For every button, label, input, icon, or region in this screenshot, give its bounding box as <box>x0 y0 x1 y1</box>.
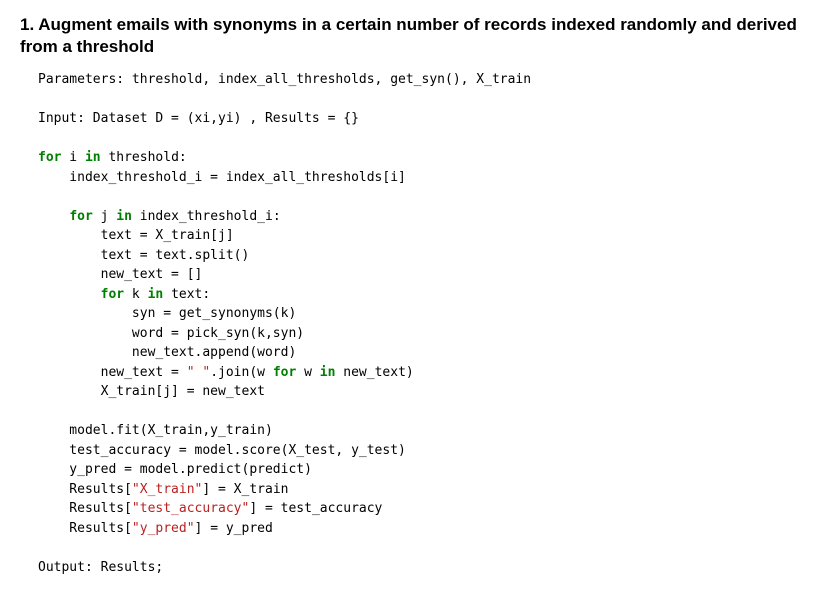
code-text: i <box>61 150 84 165</box>
str-literal: "X_train" <box>132 482 202 497</box>
code-output: Output: Results; <box>38 560 163 575</box>
code-line: y_pred = model.predict(predict) <box>38 462 312 477</box>
code-block: Parameters: threshold, index_all_thresho… <box>20 70 817 577</box>
code-text: ] = y_pred <box>195 521 273 536</box>
code-text: new_text) <box>335 365 413 380</box>
code-text: ] = X_train <box>202 482 288 497</box>
kw-in: in <box>320 365 336 380</box>
code-params: Parameters: threshold, index_all_thresho… <box>38 72 531 87</box>
code-line: word = pick_syn(k,syn) <box>38 326 304 341</box>
code-indent <box>38 287 101 302</box>
code-line: X_train[j] = new_text <box>38 384 265 399</box>
code-text: threshold: <box>101 150 187 165</box>
code-line: text = text.split() <box>38 248 249 263</box>
code-line: new_text.append(word) <box>38 345 296 360</box>
code-input: Input: Dataset D = (xi,yi) , Results = {… <box>38 111 359 126</box>
code-text: w <box>296 365 319 380</box>
code-line: model.fit(X_train,y_train) <box>38 423 273 438</box>
code-text: new_text = <box>38 365 187 380</box>
code-text: .join(w <box>210 365 273 380</box>
code-text: k <box>124 287 147 302</box>
kw-in: in <box>116 209 132 224</box>
code-line: syn = get_synonyms(k) <box>38 306 296 321</box>
code-line: index_threshold_i = index_all_thresholds… <box>38 170 406 185</box>
code-text: Results[ <box>38 521 132 536</box>
str-literal: "test_accuracy" <box>132 501 249 516</box>
kw-in: in <box>85 150 101 165</box>
kw-for: for <box>69 209 92 224</box>
str-literal: " " <box>187 365 210 380</box>
code-text: ] = test_accuracy <box>249 501 382 516</box>
code-line: text = X_train[j] <box>38 228 234 243</box>
str-literal: "y_pred" <box>132 521 195 536</box>
code-text: index_threshold_i: <box>132 209 281 224</box>
section-heading: 1. Augment emails with synonyms in a cer… <box>20 14 817 58</box>
kw-for: for <box>273 365 296 380</box>
kw-for: for <box>38 150 61 165</box>
code-text: j <box>93 209 116 224</box>
code-text: text: <box>163 287 210 302</box>
code-text: Results[ <box>38 482 132 497</box>
code-line: test_accuracy = model.score(X_test, y_te… <box>38 443 406 458</box>
kw-in: in <box>148 287 164 302</box>
kw-for: for <box>101 287 124 302</box>
code-indent <box>38 209 69 224</box>
code-line: new_text = [] <box>38 267 202 282</box>
code-text: Results[ <box>38 501 132 516</box>
